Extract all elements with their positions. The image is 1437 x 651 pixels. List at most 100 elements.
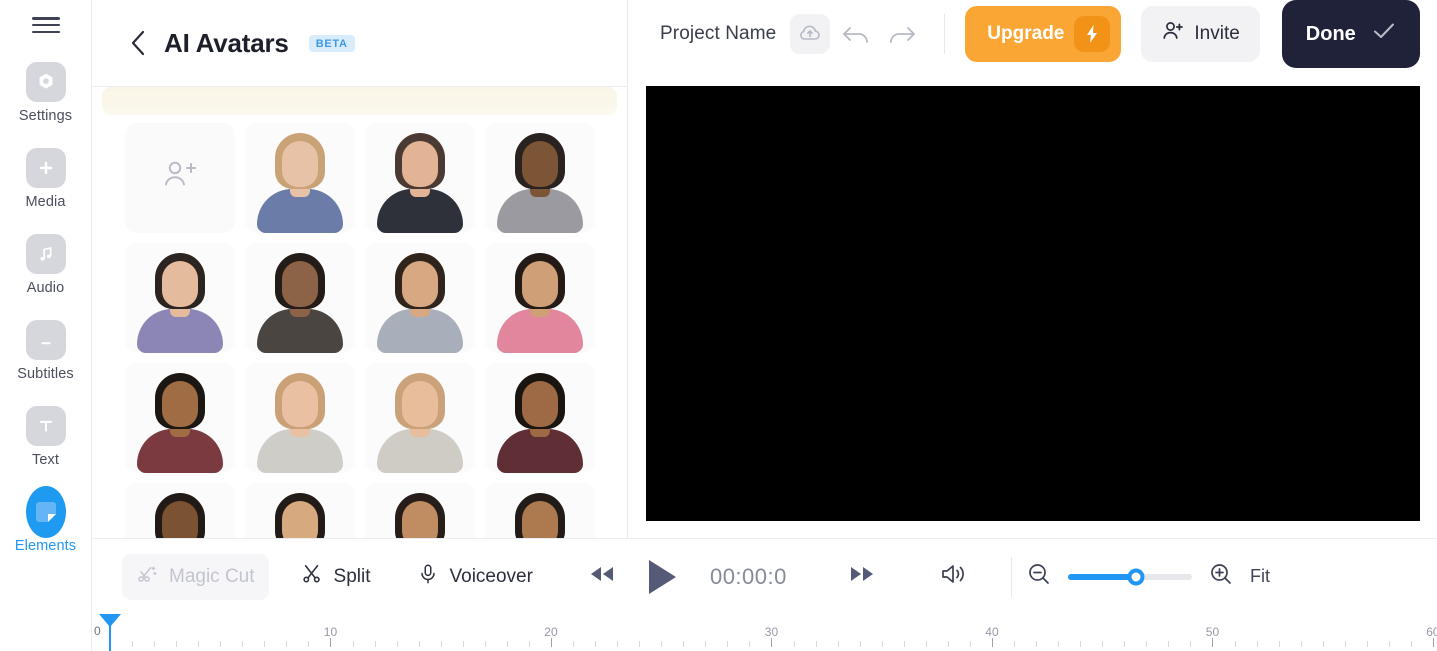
avatar-tile[interactable]: [365, 123, 475, 233]
avatar-tile[interactable]: [365, 363, 475, 473]
ruler-tick: [1014, 641, 1016, 647]
ruler-tick: [837, 641, 839, 647]
sidebar-item-subtitles[interactable]: Subtitles: [8, 320, 84, 382]
ruler-tick: [595, 641, 597, 647]
sidebar-item-elements[interactable]: Elements: [8, 486, 84, 554]
ruler-tick: [528, 641, 530, 647]
ruler-tick: [418, 641, 420, 647]
avatar-tile[interactable]: [245, 363, 355, 473]
avatar-portrait: [365, 363, 475, 473]
avatar-tile[interactable]: [125, 243, 235, 353]
back-chevron-left-icon[interactable]: [130, 30, 146, 56]
avatar-tile[interactable]: [245, 123, 355, 233]
done-button[interactable]: Done: [1281, 0, 1420, 68]
fast-forward-icon[interactable]: [849, 565, 875, 588]
project-name[interactable]: Project Name: [660, 23, 776, 45]
sidebar-item-label: Media: [25, 194, 66, 210]
ai-avatars-panel: AI Avatars BETA: [92, 0, 628, 538]
avatar-tile[interactable]: [365, 243, 475, 353]
ruler-tick: [220, 641, 222, 647]
sidebar-item-audio[interactable]: Audio: [8, 234, 84, 296]
play-icon[interactable]: [648, 559, 676, 594]
zoom-slider[interactable]: [1067, 568, 1192, 585]
zoom-in-icon[interactable]: [1208, 561, 1234, 592]
ruler-tick: [242, 641, 244, 647]
timeline-playhead[interactable]: [99, 614, 121, 651]
ruler-tick: [705, 641, 707, 647]
video-canvas[interactable]: [645, 85, 1420, 521]
ruler-tick: [132, 641, 134, 647]
avatar-tile[interactable]: [485, 363, 595, 473]
avatar-grid: [92, 115, 627, 538]
promo-banner: [102, 87, 617, 115]
transport-controls: 00:00:0: [589, 559, 969, 594]
ruler-ticks: 10 20 30 40 50 60: [92, 614, 1437, 651]
magic-cut-button[interactable]: Magic Cut: [122, 553, 269, 600]
avatar-tile[interactable]: [125, 363, 235, 473]
undo-arrow-icon[interactable]: [836, 14, 876, 54]
avatar-tile[interactable]: [485, 483, 595, 538]
sidebar-item-settings[interactable]: Settings: [8, 62, 84, 124]
lightning-bolt-icon: [1074, 16, 1111, 52]
timeline-ruler[interactable]: 10 20 30 40 50 60 0: [92, 614, 1437, 651]
redo-arrow-icon[interactable]: [882, 14, 922, 54]
avatar-tile[interactable]: [125, 483, 235, 538]
ruler-tick: [396, 641, 398, 647]
ruler-tick-label: 50: [1205, 625, 1220, 639]
upgrade-button[interactable]: Upgrade: [965, 6, 1122, 62]
avatar-tile[interactable]: [245, 243, 355, 353]
check-icon: [1372, 21, 1396, 47]
ruler-tick: [859, 641, 861, 647]
ruler-tick: [881, 641, 883, 647]
ruler-tick: [352, 641, 354, 647]
ruler-tick: [1036, 641, 1038, 647]
speaker-icon[interactable]: [939, 561, 969, 592]
avatar-portrait: [365, 243, 475, 353]
invite-button[interactable]: Invite: [1141, 6, 1260, 62]
avatar-portrait: [245, 243, 355, 353]
ruler-tick: [639, 641, 641, 647]
rewind-icon[interactable]: [589, 565, 615, 588]
ruler-tick: [1300, 641, 1302, 647]
preview-stage: [628, 68, 1437, 538]
playhead-stem: [109, 626, 111, 651]
zoom-out-icon[interactable]: [1026, 561, 1052, 592]
add-avatar-tile[interactable]: [125, 123, 235, 233]
split-button[interactable]: Split: [287, 554, 385, 600]
zoom-slider-thumb[interactable]: [1127, 568, 1145, 585]
ruler-tick: [484, 641, 486, 647]
avatar-tile[interactable]: [485, 123, 595, 233]
sidebar-item-label: Text: [32, 452, 59, 468]
sidebar-item-label: Audio: [26, 280, 65, 296]
ruler-tick: [506, 641, 508, 647]
avatar-tile[interactable]: [245, 483, 355, 538]
avatar-tile[interactable]: [365, 483, 475, 538]
ruler-tick: [1190, 641, 1192, 647]
ruler-tick: [1278, 641, 1280, 647]
ruler-tick: [991, 638, 993, 647]
panel-header: AI Avatars BETA: [92, 0, 627, 87]
avatar-tile[interactable]: [485, 243, 595, 353]
ruler-tick: [771, 638, 773, 647]
ruler-tick: [1234, 641, 1236, 647]
sidebar-items: Settings Media Audio Subtitles Text Elements: [0, 62, 91, 554]
ruler-tick: [176, 641, 178, 647]
avatar-portrait: [365, 483, 475, 538]
ruler-tick: [1344, 641, 1346, 647]
voiceover-button[interactable]: Voiceover: [403, 554, 547, 600]
zoom-controls: Fit: [1026, 561, 1270, 592]
avatar-portrait: [485, 363, 595, 473]
ruler-tick: [815, 641, 817, 647]
ruler-tick: [1432, 638, 1434, 647]
ruler-tick: [550, 638, 552, 647]
hamburger-menu-icon[interactable]: [31, 14, 60, 36]
sidebar-item-text[interactable]: Text: [8, 406, 84, 468]
sidebar-item-label: Subtitles: [17, 366, 74, 382]
sidebar-item-media[interactable]: Media: [8, 148, 84, 210]
toolbar-divider: [944, 14, 946, 54]
cloud-save-icon[interactable]: [790, 14, 831, 54]
fit-button[interactable]: Fit: [1250, 566, 1270, 587]
zoom-slider-fill: [1067, 573, 1137, 580]
music-note-icon: [25, 234, 66, 274]
avatar-portrait: [485, 123, 595, 233]
